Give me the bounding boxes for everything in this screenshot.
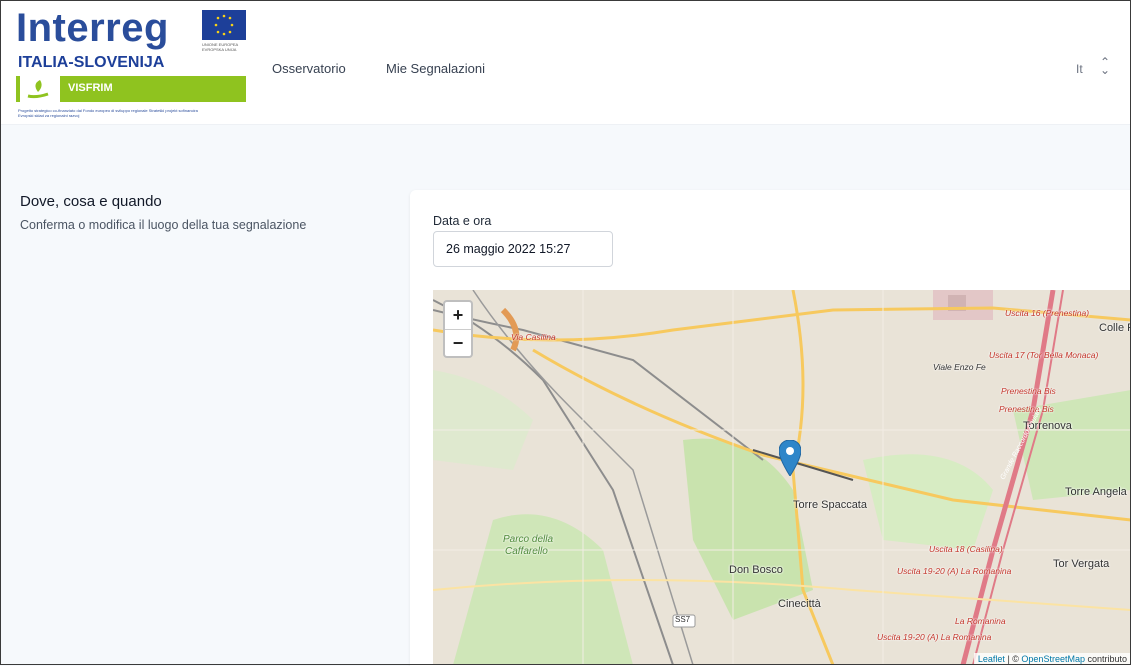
nav-mie-segnalazioni[interactable]: Mie Segnalazioni [386,61,485,76]
map-label-viale-enzo: Viale Enzo Fe [933,362,986,372]
map-label-ss7: SS7 [675,615,691,624]
header: Interreg UNIONE EUROPEA EVROPSKA UNIJA I… [0,0,1131,124]
date-time-input[interactable] [433,231,613,267]
program-name: ITALIA-SLOVENIJA [18,54,165,71]
updown-chevron-icon[interactable]: ⌃ ⌄ [1100,56,1110,76]
map-marker-icon[interactable] [778,439,802,481]
project-name: VISFRIM [68,82,113,94]
map-label-cinecitta: Cinecittà [778,598,821,610]
map-label-uscita17: Uscita 17 (Tor Bella Monaca) [989,350,1099,360]
map-label-uscita1920a: Uscita 19-20 (A) La Romanina [897,566,1012,576]
section-title: Dove, cosa e quando [20,193,162,210]
map-label-torre-angela: Torre Angela [1065,486,1127,498]
map-label-uscita1920b: Uscita 19-20 (A) La Romanina [877,632,992,642]
map-label-torre-spaccata: Torre Spaccata [793,499,867,511]
eu-flag-icon [202,10,246,40]
map-label-la-romanina: La Romanina [955,616,1006,626]
date-label: Data e ora [433,214,492,228]
leaflet-link[interactable]: Leaflet [978,654,1005,664]
map-label-parco-2: Caffarello [505,546,548,557]
eu-caption: UNIONE EUROPEA EVROPSKA UNIJA [202,42,239,52]
map-label-don-bosco: Don Bosco [729,564,783,576]
section-subtitle: Conferma o modifica il luogo della tua s… [20,218,307,232]
map-label-parco-1: Parco della [503,534,554,545]
zoom-control: + − [443,300,473,358]
map-attribution: Leaflet | © OpenStreetMap contributo [973,653,1131,665]
map-label-uscita16: Uscita 16 (Prenestina) [1005,308,1090,318]
attribution-contributors: contributo [1084,654,1127,664]
attribution-separator: | © [1004,654,1022,664]
zoom-in-button[interactable]: + [445,302,471,330]
map-label-tor-vergata: Tor Vergata [1053,558,1110,570]
leaf-hand-icon [20,76,60,102]
nav-osservatorio[interactable]: Osservatorio [272,61,346,76]
map-label-via-casilina: Via Casilina [511,332,556,342]
osm-link[interactable]: OpenStreetMap [1021,654,1085,664]
language-select[interactable]: It [1076,62,1083,76]
interreg-logo[interactable]: Interreg UNIONE EUROPEA EVROPSKA UNIJA I… [16,8,246,120]
zoom-out-button[interactable]: − [445,330,471,357]
funding-caption: Progetto strategico co-finanziato dal Fo… [18,108,198,118]
map-label-uscita18: Uscita 18 (Casilina) [929,544,1003,554]
map-label-prenestina-bis: Prenestina Bis [1001,386,1056,396]
map-label-colle: Colle F [1099,322,1131,334]
brand-wordmark: Interreg [16,6,169,50]
map-label-prenestina-bis-2: Prenestina Bis [999,404,1054,414]
